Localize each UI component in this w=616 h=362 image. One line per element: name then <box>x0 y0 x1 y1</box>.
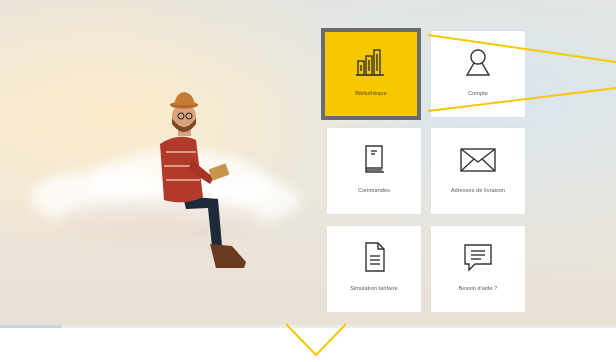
tile-besoin-d-aide[interactable]: Besoin d'aide ? <box>431 226 525 312</box>
tile-label: Compte <box>468 91 488 97</box>
chat-bubble-icon <box>464 244 492 272</box>
tile-label: Simulation tarifaire <box>350 286 398 292</box>
tile-label: Adresses de livraison <box>450 188 506 194</box>
orders-book-icon <box>365 145 384 173</box>
tile-label: Besoin d'aide ? <box>458 286 498 292</box>
user-icon <box>465 49 491 76</box>
document-icon <box>365 242 385 272</box>
tile-compte[interactable]: Compte <box>431 31 525 117</box>
tile-bibliotheque[interactable]: Bibliothèque <box>321 28 421 120</box>
tile-adresses-de-livraison[interactable]: Adresses de livraison <box>431 128 525 214</box>
carousel-progress-fill <box>0 325 62 328</box>
tile-label: Commandes <box>357 188 391 194</box>
library-books-icon <box>356 49 384 76</box>
tile-simulation-tarifaire[interactable]: Simulation tarifaire <box>327 226 421 312</box>
envelope-icon <box>460 148 496 172</box>
tile-commandes[interactable]: Commandes <box>327 128 421 214</box>
chevron-down-icon[interactable] <box>283 322 349 358</box>
tile-label: Bibliothèque <box>355 91 387 97</box>
